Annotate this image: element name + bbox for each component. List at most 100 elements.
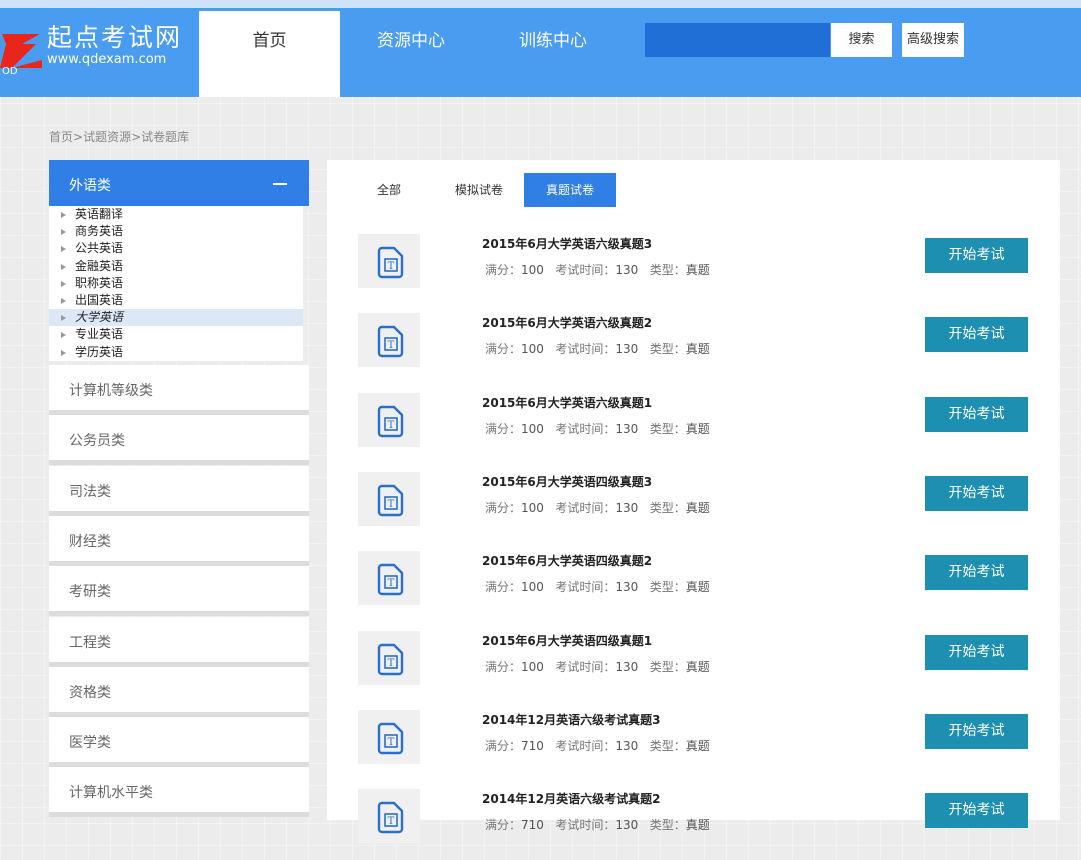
time-value: 130 (615, 659, 639, 674)
triangle-right-icon (61, 246, 66, 253)
logo-icon[interactable]: QD (0, 30, 44, 74)
triangle-right-icon (61, 332, 66, 339)
type-value: 真题 (685, 818, 710, 833)
type-value: 真题 (685, 263, 710, 277)
category-item[interactable]: 计算机等级类 (49, 365, 309, 415)
exam-title[interactable]: 2014年12月英语六级考试真题3 (482, 711, 660, 728)
subcategory-item[interactable]: 专业英语 (49, 326, 303, 343)
exam-title[interactable]: 2015年6月大学英语六级真题2 (482, 314, 652, 331)
exam-meta: 满分：100 考试时间：130 类型：真题 (485, 578, 710, 595)
search-input[interactable] (645, 23, 830, 57)
start-exam-button[interactable]: 开始考试 (925, 555, 1028, 591)
start-exam-button[interactable]: 开始考试 (925, 396, 1028, 432)
start-exam-button[interactable]: 开始考试 (925, 793, 1028, 829)
exam-title[interactable]: 2014年12月英语六级考试真题2 (482, 790, 660, 807)
exam-row: T 2015年6月大学英语四级真题1 满分：100 考试时间：130 类型：真题 开始… (327, 623, 1060, 702)
exam-panel: 全部 模拟试卷 真题试卷 T 2015年6月大学英语六级真题3 满分：100 考试时… (327, 160, 1060, 844)
subcategory-item[interactable]: 职称英语 (49, 275, 303, 292)
score-label: 满分： (485, 342, 522, 357)
score-value: 100 (521, 263, 544, 277)
exam-row: T 2014年12月英语六级考试真题2 满分：710 考试时间：130 类型：真题 开… (327, 781, 1060, 860)
document-icon: T (358, 313, 420, 368)
exam-row: T 2015年6月大学英语六级真题1 满分：100 考试时间：130 类型：真题 开始… (327, 385, 1060, 464)
category-label: 工程类 (69, 634, 111, 651)
subcategory-item[interactable]: 公共英语 (49, 240, 303, 257)
subcategory-label: 金融英语 (75, 258, 124, 273)
type-label: 类型： (649, 421, 686, 436)
time-value: 130 (615, 500, 639, 515)
category-label: 财经类 (69, 533, 111, 550)
subcategory-label: 出国英语 (75, 293, 124, 307)
type-label: 类型： (649, 263, 686, 277)
score-label: 满分： (485, 263, 522, 277)
triangle-right-icon (61, 298, 66, 304)
subcategory-item[interactable]: 出国英语 (49, 292, 303, 309)
score-label: 满分： (485, 818, 522, 833)
exam-title[interactable]: 2015年6月大学英语六级真题1 (482, 394, 652, 411)
exam-title[interactable]: 2015年6月大学英语四级真题2 (482, 552, 652, 569)
time-value: 130 (615, 818, 639, 833)
category-item[interactable]: 考研类 (49, 566, 309, 617)
category-item[interactable]: 计算机水平类 (49, 767, 309, 818)
subcategory-label: 学历英语 (75, 344, 124, 359)
time-label: 考试时间： (555, 421, 616, 436)
category-item[interactable]: 工程类 (49, 616, 309, 667)
start-exam-button[interactable]: 开始考试 (925, 238, 1028, 273)
start-exam-button[interactable]: 开始考试 (925, 634, 1028, 670)
time-value: 130 (615, 342, 639, 357)
search-button[interactable]: 搜索 (831, 23, 892, 57)
category-item[interactable]: 资格类 (49, 666, 309, 717)
svg-text:T: T (388, 816, 395, 827)
type-value: 真题 (685, 738, 710, 753)
time-label: 考试时间： (555, 738, 616, 753)
subcategory-label: 公共英语 (75, 241, 124, 256)
category-item[interactable]: 公务员类 (49, 415, 309, 466)
tab-mock[interactable]: 模拟试卷 (444, 173, 514, 207)
tab-all[interactable]: 全部 (359, 173, 419, 207)
site-url: www.qdexam.com (47, 52, 167, 67)
exam-meta: 满分：710 考试时间：130 类型：真题 (485, 737, 710, 754)
breadcrumb-separator: > (131, 130, 142, 144)
exam-title[interactable]: 2015年6月大学英语四级真题1 (482, 632, 652, 649)
collapse-icon[interactable] (273, 183, 287, 185)
breadcrumb-resources[interactable]: 试题资源 (83, 130, 131, 144)
subcategory-item[interactable]: 学历英语 (49, 344, 303, 361)
score-value: 100 (521, 342, 544, 357)
time-label: 考试时间： (555, 263, 616, 277)
svg-text:T: T (388, 340, 395, 351)
breadcrumb-current: 试卷题库 (141, 130, 190, 144)
category-label: 资格类 (69, 684, 111, 701)
nav-resources[interactable]: 资源中心 (350, 11, 472, 97)
start-exam-button[interactable]: 开始考试 (925, 475, 1028, 511)
exam-row: T 2015年6月大学英语六级真题3 满分：100 考试时间：130 类型：真题 开始… (327, 226, 1060, 305)
category-item[interactable]: 医学类 (49, 717, 309, 768)
svg-text:T: T (388, 658, 395, 669)
start-exam-button[interactable]: 开始考试 (925, 317, 1028, 353)
tab-real[interactable]: 真题试卷 (524, 173, 616, 207)
subcategory-item[interactable]: 英语翻译 (49, 206, 303, 223)
nav-home[interactable]: 首页 (199, 11, 340, 97)
category-label: 医学类 (69, 735, 111, 752)
category-item[interactable]: 司法类 (49, 465, 309, 516)
score-label: 满分： (485, 580, 522, 595)
exam-title[interactable]: 2015年6月大学英语六级真题3 (482, 235, 652, 252)
site-title[interactable]: 起点考试网 (47, 18, 182, 54)
subcategory-item[interactable]: 大学英语 (49, 309, 303, 327)
breadcrumb-home[interactable]: 首页 (49, 130, 73, 144)
subcategory-item[interactable]: 金融英语 (49, 258, 303, 275)
category-item[interactable]: 财经类 (49, 515, 309, 566)
start-exam-button[interactable]: 开始考试 (925, 713, 1028, 749)
subcategory-label: 英语翻译 (75, 207, 124, 221)
type-value: 真题 (685, 421, 710, 436)
score-value: 710 (521, 818, 544, 833)
advanced-search-button[interactable]: 高级搜索 (902, 23, 964, 57)
time-label: 考试时间： (555, 818, 616, 833)
category-foreign-language[interactable]: 外语类 (49, 160, 309, 206)
score-value: 100 (521, 421, 544, 436)
exam-title[interactable]: 2015年6月大学英语四级真题3 (482, 473, 652, 490)
subcategory-item[interactable]: 商务英语 (49, 223, 303, 240)
nav-training[interactable]: 训练中心 (492, 11, 614, 97)
breadcrumb: 首页>试题资源>试卷题库 (49, 128, 189, 145)
exam-row: T 2015年6月大学英语四级真题3 满分：100 考试时间：130 类型：真题 开始… (327, 464, 1060, 543)
triangle-right-icon (61, 280, 66, 287)
